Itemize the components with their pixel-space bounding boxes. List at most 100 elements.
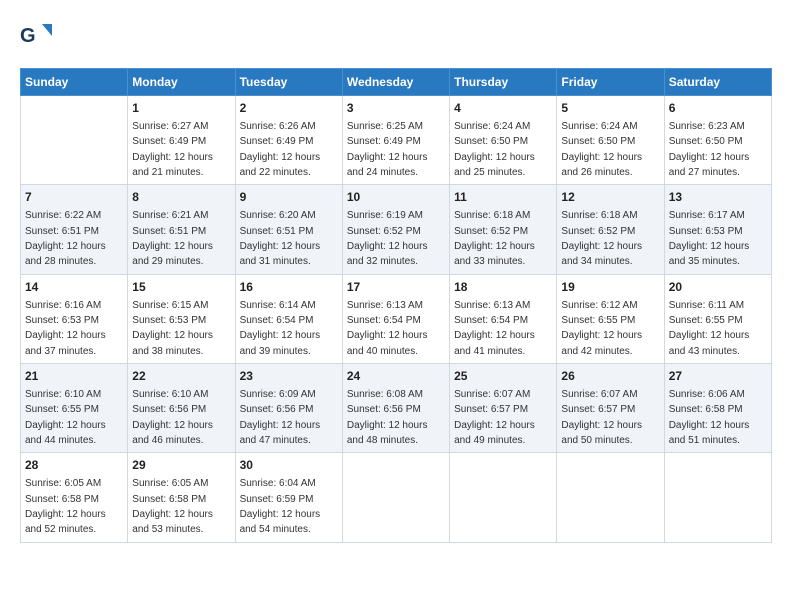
cell-sunset: Sunset: 6:56 PM [240, 404, 314, 415]
calendar-cell [450, 453, 557, 542]
cell-daylight: Daylight: 12 hours and 33 minutes. [454, 241, 535, 267]
cell-sunrise: Sunrise: 6:27 AM [132, 121, 208, 132]
day-number: 15 [132, 279, 230, 296]
column-header-friday: Friday [557, 69, 664, 96]
cell-sunrise: Sunrise: 6:18 AM [454, 210, 530, 221]
cell-sunrise: Sunrise: 6:17 AM [669, 210, 745, 221]
calendar-cell: 29Sunrise: 6:05 AMSunset: 6:58 PMDayligh… [128, 453, 235, 542]
cell-sunrise: Sunrise: 6:16 AM [25, 300, 101, 311]
cell-sunrise: Sunrise: 6:19 AM [347, 210, 423, 221]
day-number: 22 [132, 368, 230, 385]
cell-sunrise: Sunrise: 6:26 AM [240, 121, 316, 132]
cell-sunrise: Sunrise: 6:24 AM [561, 121, 637, 132]
day-number: 2 [240, 100, 338, 117]
header-row: SundayMondayTuesdayWednesdayThursdayFrid… [21, 69, 772, 96]
calendar-cell: 9Sunrise: 6:20 AMSunset: 6:51 PMDaylight… [235, 185, 342, 274]
day-number: 5 [561, 100, 659, 117]
cell-sunset: Sunset: 6:56 PM [132, 404, 206, 415]
calendar-cell: 2Sunrise: 6:26 AMSunset: 6:49 PMDaylight… [235, 96, 342, 185]
logo-icon: G [20, 20, 52, 52]
cell-sunrise: Sunrise: 6:08 AM [347, 389, 423, 400]
cell-sunset: Sunset: 6:57 PM [561, 404, 635, 415]
day-number: 29 [132, 457, 230, 474]
cell-daylight: Daylight: 12 hours and 26 minutes. [561, 152, 642, 178]
cell-sunset: Sunset: 6:54 PM [240, 315, 314, 326]
cell-daylight: Daylight: 12 hours and 48 minutes. [347, 420, 428, 446]
calendar-week-3: 14 Sunrise: 6:16 AM Sunset: 6:53 PM Dayligh… [21, 274, 772, 363]
day-number: 9 [240, 189, 338, 206]
calendar-cell: 25Sunrise: 6:07 AMSunset: 6:57 PMDayligh… [450, 364, 557, 453]
cell-sunrise: Sunrise: 6:04 AM [240, 478, 316, 489]
svg-text:G: G [20, 25, 36, 47]
cell-daylight: Daylight: 12 hours and 32 minutes. [347, 241, 428, 267]
cell-sunset: Sunset: 6:56 PM [347, 404, 421, 415]
cell-sunset: Sunset: 6:51 PM [25, 226, 99, 237]
calendar-week-1: 1Sunrise: 6:27 AMSunset: 6:49 PMDaylight… [21, 96, 772, 185]
calendar-cell: 30Sunrise: 6:04 AMSunset: 6:59 PMDayligh… [235, 453, 342, 542]
cell-daylight: Daylight: 12 hours and 24 minutes. [347, 152, 428, 178]
calendar-week-2: 7Sunrise: 6:22 AMSunset: 6:51 PMDaylight… [21, 185, 772, 274]
calendar-cell [21, 96, 128, 185]
calendar-cell: 19Sunrise: 6:12 AMSunset: 6:55 PMDayligh… [557, 274, 664, 363]
cell-sunrise: Sunrise: 6:21 AM [132, 210, 208, 221]
column-header-wednesday: Wednesday [342, 69, 449, 96]
cell-sunrise: Sunrise: 6:20 AM [240, 210, 316, 221]
day-number: 4 [454, 100, 552, 117]
cell-sunset: Sunset: 6:53 PM [669, 226, 743, 237]
calendar-cell: 8 Sunrise: 6:21 AM Sunset: 6:51 PM Daylight… [128, 185, 235, 274]
column-header-thursday: Thursday [450, 69, 557, 96]
day-number: 23 [240, 368, 338, 385]
calendar-cell: 18Sunrise: 6:13 AMSunset: 6:54 PMDayligh… [450, 274, 557, 363]
calendar-header: SundayMondayTuesdayWednesdayThursdayFrid… [21, 69, 772, 96]
calendar-cell: 20Sunrise: 6:11 AMSunset: 6:55 PMDayligh… [664, 274, 771, 363]
cell-daylight: Daylight: 12 hours and 29 minutes. [132, 241, 213, 267]
cell-daylight: Daylight: 12 hours and 21 minutes. [132, 152, 213, 178]
cell-daylight: Daylight: 12 hours and 49 minutes. [454, 420, 535, 446]
cell-daylight: Daylight: 12 hours and 25 minutes. [454, 152, 535, 178]
calendar-cell: 10Sunrise: 6:19 AMSunset: 6:52 PMDayligh… [342, 185, 449, 274]
calendar-cell: 27Sunrise: 6:06 AMSunset: 6:58 PMDayligh… [664, 364, 771, 453]
column-header-tuesday: Tuesday [235, 69, 342, 96]
logo: G [20, 20, 56, 52]
calendar-cell: 1Sunrise: 6:27 AMSunset: 6:49 PMDaylight… [128, 96, 235, 185]
calendar-cell: 14Sunrise: 6:16 AMSunset: 6:53 PMDayligh… [21, 274, 128, 363]
page-header: G [20, 20, 772, 52]
cell-sunset: Sunset: 6:50 PM [454, 136, 528, 147]
cell-daylight: Daylight: 12 hours and 51 minutes. [669, 420, 750, 446]
cell-sunset: Sunset: 6:51 PM [132, 226, 206, 237]
cell-sunrise: Sunrise: 6:15 AM [132, 300, 208, 311]
cell-daylight: Daylight: 12 hours and 37 minutes. [25, 330, 106, 356]
cell-daylight: Daylight: 12 hours and 34 minutes. [561, 241, 642, 267]
cell-sunset: Sunset: 6:55 PM [25, 404, 99, 415]
calendar-week-5: 28Sunrise: 6:05 AMSunset: 6:58 PMDayligh… [21, 453, 772, 542]
cell-sunrise: Sunrise: 6:05 AM [132, 478, 208, 489]
cell-sunrise: Sunrise: 6:10 AM [25, 389, 101, 400]
day-number: 19 [561, 279, 659, 296]
day-number: 14 [25, 279, 123, 296]
calendar-cell: 28Sunrise: 6:05 AMSunset: 6:58 PMDayligh… [21, 453, 128, 542]
cell-sunset: Sunset: 6:53 PM [132, 315, 206, 326]
cell-sunset: Sunset: 6:54 PM [347, 315, 421, 326]
day-number: 8 [132, 189, 230, 206]
cell-sunrise: Sunrise: 6:13 AM [347, 300, 423, 311]
cell-sunrise: Sunrise: 6:25 AM [347, 121, 423, 132]
calendar-cell: 22Sunrise: 6:10 AMSunset: 6:56 PMDayligh… [128, 364, 235, 453]
day-number: 30 [240, 457, 338, 474]
calendar-cell: 24Sunrise: 6:08 AMSunset: 6:56 PMDayligh… [342, 364, 449, 453]
cell-sunset: Sunset: 6:58 PM [132, 494, 206, 505]
cell-daylight: Daylight: 12 hours and 50 minutes. [561, 420, 642, 446]
cell-daylight: Daylight: 12 hours and 41 minutes. [454, 330, 535, 356]
calendar-cell: 5 Sunrise: 6:24 AM Sunset: 6:50 PM Daylight… [557, 96, 664, 185]
calendar-cell: 15Sunrise: 6:15 AMSunset: 6:53 PMDayligh… [128, 274, 235, 363]
cell-sunrise: Sunrise: 6:22 AM [25, 210, 101, 221]
cell-sunrise: Sunrise: 6:11 AM [669, 300, 744, 311]
cell-sunset: Sunset: 6:49 PM [347, 136, 421, 147]
cell-daylight: Daylight: 12 hours and 27 minutes. [669, 152, 750, 178]
cell-daylight: Daylight: 12 hours and 54 minutes. [240, 509, 321, 535]
day-number: 18 [454, 279, 552, 296]
cell-daylight: Daylight: 12 hours and 43 minutes. [669, 330, 750, 356]
cell-daylight: Daylight: 12 hours and 31 minutes. [240, 241, 321, 267]
cell-daylight: Daylight: 12 hours and 47 minutes. [240, 420, 321, 446]
cell-sunset: Sunset: 6:50 PM [561, 136, 635, 147]
calendar-cell: 3Sunrise: 6:25 AMSunset: 6:49 PMDaylight… [342, 96, 449, 185]
